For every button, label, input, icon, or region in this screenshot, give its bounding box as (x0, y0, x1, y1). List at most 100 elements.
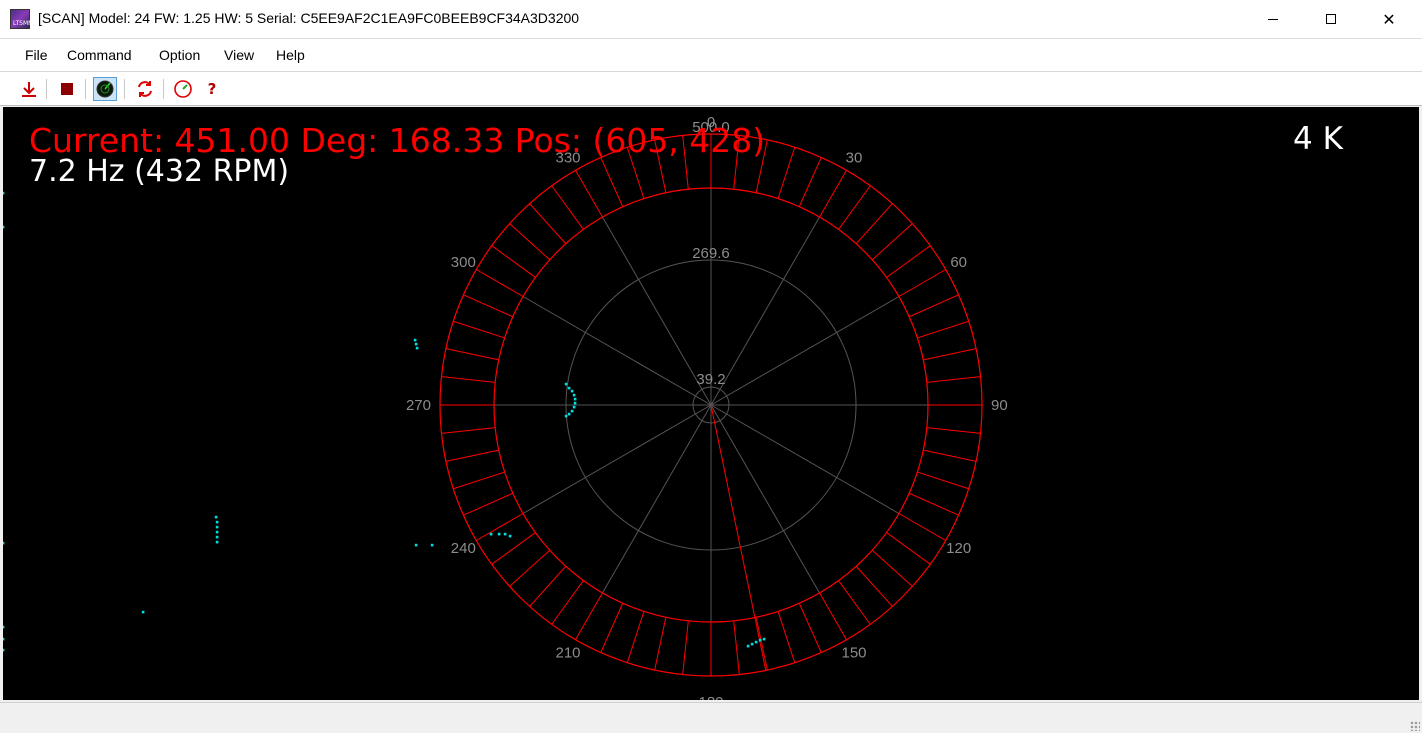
range-label-inner: 39.2 (696, 371, 725, 388)
ring-tick (682, 620, 689, 675)
ring-tick (798, 603, 822, 653)
angle-label: 90 (991, 397, 1008, 414)
ring-tick (898, 269, 946, 297)
scan-button[interactable] (93, 77, 117, 101)
range-label-middle: 269.6 (692, 245, 730, 262)
scan-point (750, 642, 754, 646)
angle-label: 240 (451, 540, 476, 557)
ring-tick (509, 223, 551, 261)
status-bar (0, 702, 1422, 733)
ring-tick (529, 203, 567, 245)
scan-point (3, 637, 5, 641)
scan-point (489, 532, 493, 536)
maximize-icon (1326, 14, 1336, 24)
scan-point (564, 382, 568, 386)
app-icon-text: LTSMM (13, 20, 34, 27)
scan-point (497, 532, 501, 536)
menu-view[interactable]: View (224, 47, 254, 63)
scan-point (215, 520, 219, 524)
frequency-readout: 7.2 Hz (432 RPM) (29, 154, 290, 189)
download-button[interactable] (17, 77, 41, 101)
app-icon[interactable]: LTSMM (10, 9, 34, 29)
scan-point (415, 346, 419, 350)
ring-tick (926, 376, 981, 383)
ring-tick (463, 294, 513, 318)
toolbar-separator (46, 79, 47, 99)
angle-label: 30 (846, 149, 863, 166)
ring-tick (855, 203, 893, 245)
refresh-icon (138, 81, 152, 97)
close-icon: ✕ (1382, 9, 1396, 29)
radar-plot: 500.0 269.6 39.2 03060901201501802102402… (3, 114, 1008, 700)
ring-tick (798, 157, 822, 207)
menu-option[interactable]: Option (159, 47, 200, 63)
current-angle-line (710, 404, 767, 671)
ring-tick (491, 245, 536, 278)
ring-tick (453, 471, 505, 490)
stop-button[interactable] (55, 77, 79, 101)
gauge-button[interactable] (171, 77, 195, 101)
resize-grip[interactable] (1410, 721, 1420, 731)
close-button[interactable]: ✕ (1366, 0, 1412, 38)
scan-point (508, 534, 512, 538)
scan-point (570, 389, 574, 393)
scan-point (570, 409, 574, 413)
ring-tick (551, 580, 584, 625)
scan-point (215, 530, 219, 534)
angle-label: 120 (946, 540, 971, 557)
minimize-button[interactable] (1250, 0, 1296, 38)
title-bar: LTSMM [SCAN] Model: 24 FW: 1.25 HW: 5 Se… (0, 0, 1422, 39)
help-icon: ? (207, 80, 217, 98)
scan-point (215, 540, 219, 544)
ring-tick (453, 320, 505, 339)
ring-tick (917, 471, 969, 490)
ring-tick (491, 532, 536, 565)
ring-tick (871, 223, 913, 261)
scan-point (3, 648, 5, 652)
ring-tick (509, 549, 551, 587)
scan-point (572, 393, 576, 397)
ring-tick (871, 549, 913, 587)
toolbar-separator (124, 79, 125, 99)
menu-help[interactable]: Help (276, 47, 305, 63)
radar-scan-icon (96, 80, 114, 98)
ring-tick (923, 348, 977, 361)
ring-tick (476, 269, 524, 297)
scan-point (414, 342, 418, 346)
ring-tick (838, 185, 871, 230)
ring-tick (855, 565, 893, 607)
angle-label: 60 (950, 254, 967, 271)
ring-tick (777, 611, 796, 663)
sample-count: 4 K (1293, 121, 1343, 157)
stop-icon (61, 83, 73, 95)
ring-tick (575, 592, 603, 640)
scan-point (572, 405, 576, 409)
ring-tick (909, 294, 959, 318)
ring-tick (463, 492, 513, 516)
menu-file[interactable]: File (25, 47, 48, 63)
scan-point (746, 644, 750, 648)
scan-points (3, 191, 766, 652)
scan-point (754, 640, 758, 644)
scan-point (3, 225, 5, 229)
window-title: [SCAN] Model: 24 FW: 1.25 HW: 5 Serial: … (38, 10, 580, 26)
refresh-button[interactable] (133, 77, 157, 101)
ring-tick (838, 580, 871, 625)
angle-spoke (710, 404, 820, 594)
scan-point (3, 541, 5, 545)
scan-view[interactable]: 500.0 269.6 39.2 03060901201501802102402… (3, 107, 1419, 700)
scan-point (413, 338, 417, 342)
ring-tick (626, 611, 645, 663)
minimize-icon (1268, 18, 1278, 20)
ring-tick (909, 492, 959, 516)
ring-tick (886, 245, 931, 278)
scan-point (141, 610, 145, 614)
ring-tick (886, 532, 931, 565)
maximize-button[interactable] (1308, 0, 1354, 38)
menu-command[interactable]: Command (67, 47, 132, 63)
angle-spoke (522, 296, 712, 406)
ring-tick (600, 157, 624, 207)
help-button[interactable]: ? (200, 77, 224, 101)
toolbar-separator (163, 79, 164, 99)
scan-point (3, 625, 5, 629)
